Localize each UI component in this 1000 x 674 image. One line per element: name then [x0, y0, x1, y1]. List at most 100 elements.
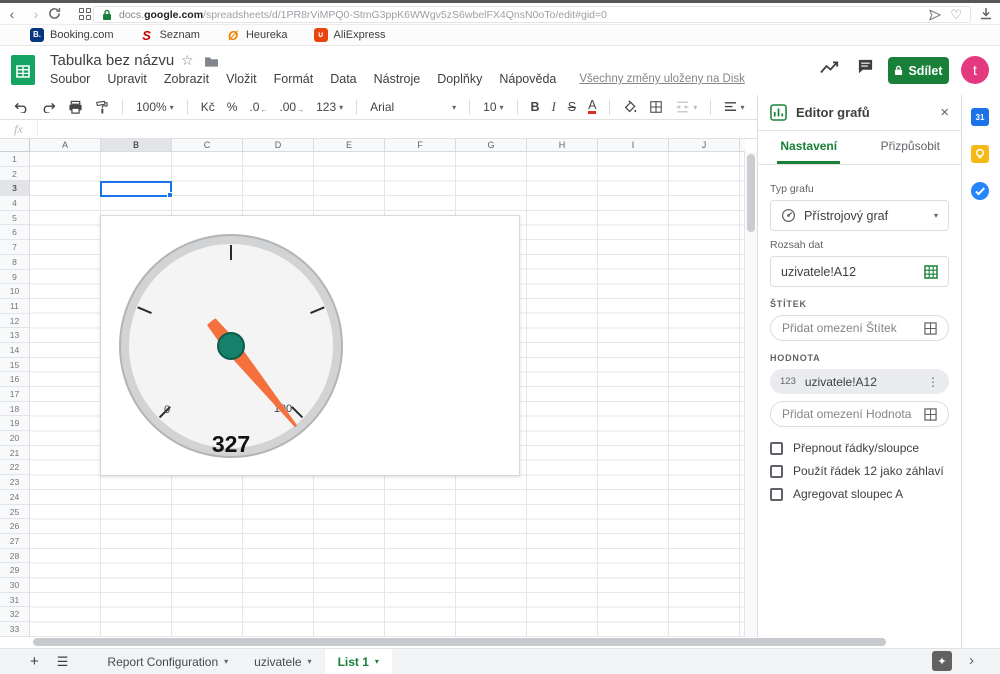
heart-icon[interactable]: ♡ [950, 8, 962, 21]
horizontal-scrollbar[interactable] [0, 637, 961, 648]
increase-decimal-button[interactable]: .00→ [279, 100, 304, 114]
row-header-31[interactable]: 31 [0, 593, 29, 608]
speed-dial-icon[interactable] [79, 8, 91, 20]
undo-icon[interactable] [14, 102, 29, 113]
row-header-1[interactable]: 1 [0, 152, 29, 167]
checkbox-icon[interactable] [770, 442, 783, 455]
select-range-icon[interactable] [924, 265, 938, 279]
row-header-23[interactable]: 23 [0, 475, 29, 490]
row-header-24[interactable]: 24 [0, 490, 29, 505]
value-range-chip[interactable]: 123 uzivatele!A12 ⋮ [770, 369, 949, 394]
percent-format-button[interactable]: % [227, 100, 238, 114]
document-title[interactable]: Tabulka bez názvu [50, 52, 174, 69]
panel-tab-nastavení[interactable]: Nastavení [758, 131, 860, 164]
currency-format-button[interactable]: Kč [201, 100, 215, 114]
merge-cells-icon[interactable]: ▾ [675, 100, 697, 114]
row-header-21[interactable]: 21 [0, 446, 29, 461]
row-header-33[interactable]: 33 [0, 622, 29, 637]
row-header-14[interactable]: 14 [0, 343, 29, 358]
panel-tab-přizpůsobit[interactable]: Přizpůsobit [860, 131, 962, 164]
close-icon[interactable]: × [940, 104, 949, 121]
italic-button[interactable]: I [552, 100, 556, 115]
fill-handle[interactable] [167, 192, 173, 198]
column-header-B[interactable]: B [101, 139, 172, 151]
row-header-6[interactable]: 6 [0, 225, 29, 240]
column-header-E[interactable]: E [314, 139, 385, 151]
horizontal-align-icon[interactable]: ▾ [724, 101, 744, 113]
grid-select-icon[interactable] [924, 322, 937, 335]
column-header-A[interactable]: A [30, 139, 101, 151]
row-header-9[interactable]: 9 [0, 270, 29, 285]
checkbox-icon[interactable] [770, 488, 783, 501]
share-button[interactable]: Sdílet [888, 57, 949, 84]
column-header-C[interactable]: C [172, 139, 243, 151]
column-header-G[interactable]: G [456, 139, 527, 151]
redo-icon[interactable] [41, 102, 56, 113]
menu-item-vložit[interactable]: Vložit [226, 72, 257, 86]
value-add-input[interactable]: Přidat omezení Hodnota [770, 401, 949, 427]
menu-item-formát[interactable]: Formát [274, 72, 314, 86]
sheet-tab-list-1[interactable]: List 1▾ [325, 649, 392, 674]
checkbox-row[interactable]: Agregovat sloupec A [770, 487, 949, 501]
row-header-3[interactable]: 3 [0, 181, 29, 196]
row-header-26[interactable]: 26 [0, 519, 29, 534]
label-range-input[interactable]: Přidat omezení Štítek [770, 315, 949, 341]
select-all-corner[interactable] [0, 139, 30, 152]
formula-input[interactable] [38, 120, 757, 138]
checkbox-row[interactable]: Přepnout řádky/sloupce [770, 441, 949, 455]
sheets-logo-icon[interactable] [11, 55, 35, 85]
send-icon[interactable] [928, 8, 942, 22]
row-header-2[interactable]: 2 [0, 167, 29, 182]
text-color-button[interactable]: A [588, 100, 596, 114]
reload-icon[interactable] [48, 7, 72, 20]
row-header-5[interactable]: 5 [0, 211, 29, 226]
bookmark-aliexpress[interactable]: ∪AliExpress [314, 28, 386, 42]
row-header-18[interactable]: 18 [0, 402, 29, 417]
row-header-25[interactable]: 25 [0, 505, 29, 520]
number-format-select[interactable]: 123▾ [316, 100, 343, 114]
font-size-select[interactable]: 10▾ [483, 100, 503, 114]
comment-icon[interactable] [857, 58, 874, 75]
menu-item-soubor[interactable]: Soubor [50, 72, 90, 86]
row-header-32[interactable]: 32 [0, 607, 29, 622]
move-folder-icon[interactable] [204, 56, 219, 68]
borders-icon[interactable] [649, 100, 663, 114]
column-header-H[interactable]: H [527, 139, 598, 151]
menu-item-data[interactable]: Data [330, 72, 356, 86]
decrease-decimal-button[interactable]: .0← [249, 100, 267, 114]
insights-icon[interactable] [820, 60, 840, 74]
row-header-16[interactable]: 16 [0, 372, 29, 387]
selected-cell[interactable] [100, 181, 172, 197]
menu-item-nápověda[interactable]: Nápověda [499, 72, 556, 86]
row-header-13[interactable]: 13 [0, 328, 29, 343]
row-header-27[interactable]: 27 [0, 534, 29, 549]
download-icon[interactable] [979, 7, 993, 21]
bookmark-booking.com[interactable]: B.Booking.com [30, 28, 114, 42]
bookmark-heureka[interactable]: ØHeureka [226, 28, 288, 42]
row-header-8[interactable]: 8 [0, 255, 29, 270]
avatar[interactable]: t [961, 56, 989, 84]
tasks-icon[interactable] [971, 182, 989, 200]
font-select[interactable]: Arial▾ [370, 100, 456, 114]
strikethrough-button[interactable]: S [568, 100, 576, 114]
menu-item-doplňky[interactable]: Doplňky [437, 72, 482, 86]
side-panel-collapse-icon[interactable]: › [969, 652, 974, 669]
menu-item-upravit[interactable]: Upravit [107, 72, 147, 86]
data-range-input[interactable]: uzivatele!A12 [770, 256, 949, 287]
row-header-4[interactable]: 4 [0, 196, 29, 211]
gauge-chart[interactable]: 0 100 327 [100, 215, 520, 476]
grid-select-icon[interactable] [924, 408, 937, 421]
menu-item-nástroje[interactable]: Nástroje [374, 72, 421, 86]
star-icon[interactable]: ☆ [181, 52, 194, 69]
row-header-19[interactable]: 19 [0, 416, 29, 431]
row-header-12[interactable]: 12 [0, 314, 29, 329]
more-options-icon[interactable]: ⋮ [927, 375, 939, 389]
all-sheets-icon[interactable]: ☰ [57, 654, 69, 670]
checkbox-icon[interactable] [770, 465, 783, 478]
calendar-icon[interactable]: 31 [971, 108, 989, 126]
print-icon[interactable] [68, 100, 83, 115]
row-header-10[interactable]: 10 [0, 284, 29, 299]
paint-format-icon[interactable] [95, 100, 109, 115]
column-header-F[interactable]: F [385, 139, 456, 151]
cells-area[interactable]: 0 100 327 [30, 152, 745, 637]
